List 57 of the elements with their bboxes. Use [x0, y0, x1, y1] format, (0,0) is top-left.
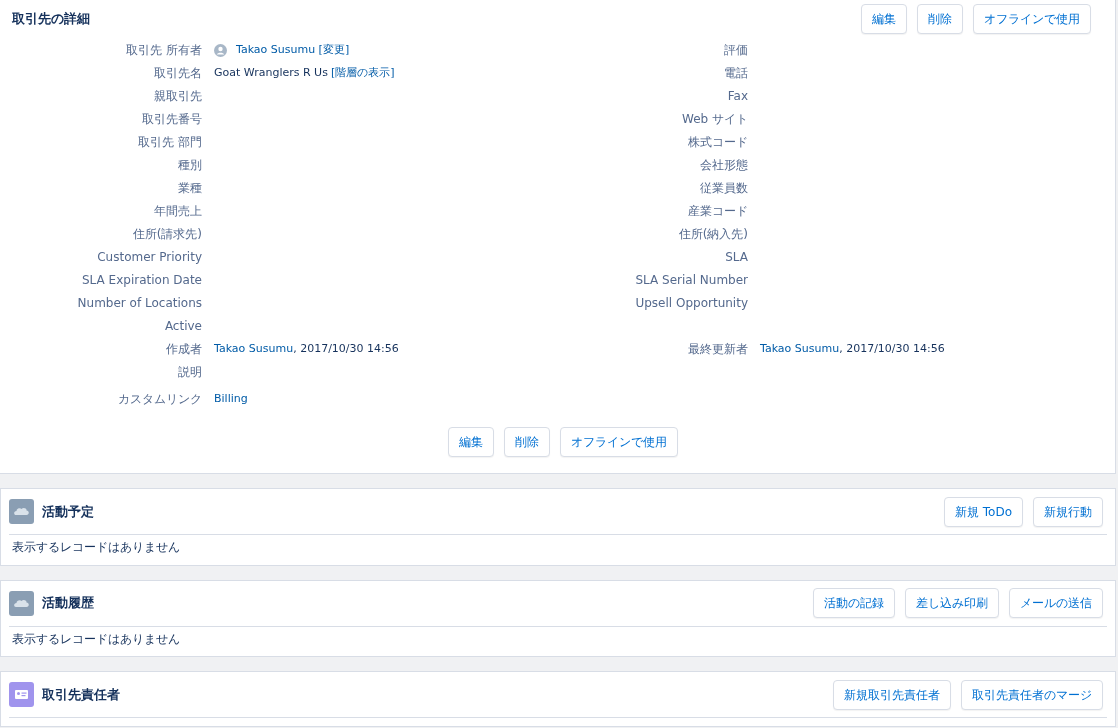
action-button[interactable]: 編集: [861, 4, 907, 34]
field-label: SLA Expiration Date: [82, 273, 202, 288]
field-label: 会社形態: [700, 158, 748, 173]
empty-message: 表示するレコードはありません: [12, 540, 180, 554]
action-button[interactable]: 削除: [917, 4, 963, 34]
field-label: 取引先 所有者: [126, 43, 202, 58]
field-label: 説明: [178, 365, 202, 380]
action-button[interactable]: 差し込み印刷: [905, 588, 999, 618]
field-label: 株式コード: [688, 135, 748, 150]
field-label: 年間売上: [154, 204, 202, 219]
field-label: Fax: [727, 89, 748, 104]
field-label: 電話: [724, 66, 748, 81]
field-label: 取引先 部門: [138, 135, 202, 150]
field-label: 産業コード: [688, 204, 748, 219]
field-label: Customer Priority: [97, 250, 202, 265]
field-value: , 2017/10/30 14:56: [839, 341, 945, 358]
cloud-icon: [9, 590, 34, 616]
field-label: Number of Locations: [77, 296, 202, 311]
action-button[interactable]: オフラインで使用: [973, 4, 1091, 34]
field-label: 住所(納入先): [678, 227, 748, 242]
field-label: カスタムリンク: [118, 391, 202, 406]
action-button[interactable]: 活動の記録: [813, 588, 895, 618]
contact-card-icon: [9, 682, 34, 707]
field-label: Upsell Opportunity: [635, 296, 748, 311]
action-button[interactable]: 削除: [503, 427, 550, 457]
field-label: SLA: [725, 250, 748, 265]
section-title: 取引先責任者: [42, 685, 120, 704]
field-link[interactable]: Takao Susumu [変更]: [236, 42, 350, 59]
section-title: 取引先の詳細: [12, 10, 90, 29]
field-value: , 2017/10/30 14:56: [293, 341, 399, 358]
action-button[interactable]: 新規行動: [1033, 496, 1103, 527]
field-label: 親取引先: [154, 89, 202, 104]
field-label: 評価: [724, 43, 748, 58]
field-label: 業種: [178, 181, 202, 196]
field-label: 取引先名: [154, 66, 202, 81]
field-label: 住所(請求先): [132, 227, 202, 242]
action-button[interactable]: 新規 ToDo: [943, 496, 1023, 527]
action-button[interactable]: メールの送信: [1009, 588, 1103, 618]
field-label: Active: [164, 319, 202, 334]
field-label: 作成者: [166, 342, 202, 357]
action-button[interactable]: 取引先責任者のマージ: [961, 679, 1103, 710]
field-label: 取引先番号: [142, 112, 202, 127]
action-button[interactable]: 新規取引先責任者: [833, 679, 951, 710]
cloud-icon: [9, 499, 34, 524]
field-label: SLA Serial Number: [635, 273, 748, 288]
empty-message: 表示するレコードはありません: [12, 631, 180, 646]
field-link[interactable]: Billing: [214, 390, 248, 408]
action-button[interactable]: オフラインで使用: [559, 427, 678, 457]
field-label: Web サイト: [682, 112, 748, 127]
field-link[interactable]: [階層の表示]: [330, 65, 395, 82]
action-button[interactable]: 編集: [447, 427, 494, 457]
field-label: 種別: [178, 158, 202, 173]
section-title: 活動履歴: [42, 594, 94, 613]
field-label: 最終更新者: [688, 342, 748, 357]
field-value: Goat Wranglers R Us: [214, 65, 328, 82]
section-title: 活動予定: [42, 502, 94, 521]
field-label: 従業員数: [700, 181, 748, 196]
